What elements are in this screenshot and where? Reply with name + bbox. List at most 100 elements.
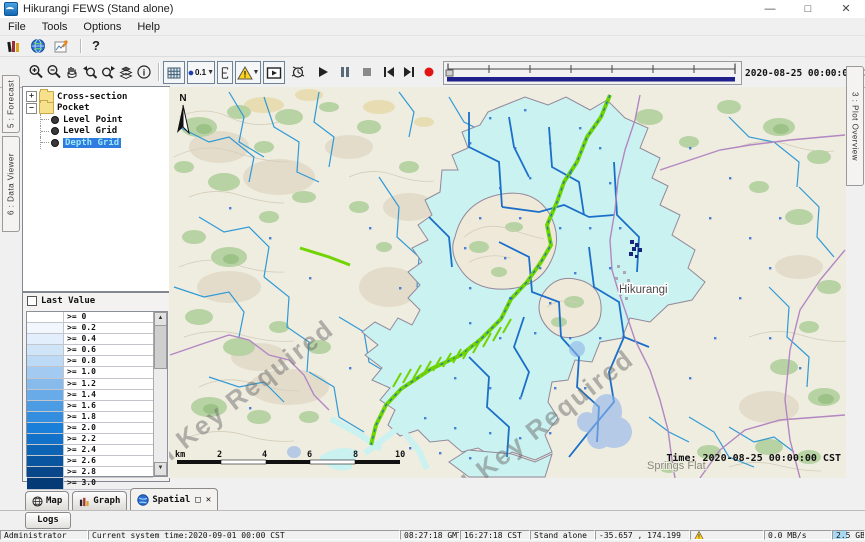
tree-item-level-grid[interactable]: Level Grid [23, 126, 169, 138]
map-canvas[interactable]: Hikurangi Springs Flat Time: 2020-08-25 … [169, 87, 846, 478]
time-slider[interactable] [443, 61, 742, 85]
tree-item-label[interactable]: Level Grid [63, 126, 117, 136]
zoom-in-button[interactable] [28, 61, 44, 82]
status-coordinates: -35.657 , 174.199 [595, 530, 690, 540]
grid-display-button[interactable] [163, 61, 185, 84]
tree-item-pocket[interactable]: − Pocket [23, 103, 169, 115]
database-icon[interactable] [4, 36, 24, 55]
legend-row: >= 0.4 [27, 334, 153, 345]
menu-help[interactable]: Help [129, 21, 168, 33]
color-swatch [27, 467, 64, 477]
tree-item-label[interactable]: Pocket [57, 103, 90, 113]
legend-row: >= 1.2 [27, 379, 153, 390]
title-bar: Hikurangi FEWS (Stand alone) — □ ✕ [0, 0, 865, 19]
tab-label[interactable]: Graph [93, 496, 120, 506]
legend-row: >= 1.0 [27, 367, 153, 378]
zoom-next-button[interactable] [100, 61, 116, 82]
status-warning-cell[interactable]: ! [690, 530, 764, 540]
top-toolbar: ? [0, 35, 865, 56]
map-viewport[interactable]: Hikurangi Springs Flat Time: 2020-08-25 … [169, 87, 846, 478]
sidebar-tab-forecast[interactable]: 5 : Forecast [2, 75, 20, 133]
collapse-icon[interactable]: − [26, 103, 37, 114]
tab-spatial[interactable]: Spatial □ ✕ [130, 488, 218, 510]
pan-hand-icon[interactable] [64, 61, 80, 82]
color-swatch [27, 345, 64, 355]
main-toolbar: i 0.1 ▼ ! ▼ [0, 56, 865, 88]
point-size-dropdown[interactable]: 0.1 ▼ [187, 61, 215, 84]
sidebar-tab-data-viewer[interactable]: 6 : Data Viewer [2, 136, 20, 232]
tree-item-level-point[interactable]: Level Point [23, 114, 169, 126]
legend-row: >= 1.4 [27, 390, 153, 401]
bar-chart-icon [79, 496, 90, 507]
toolbar-separator [80, 39, 82, 53]
slider-handle[interactable] [446, 70, 453, 76]
animation-timer-icon[interactable] [290, 61, 306, 82]
point-size-value: 0.1 [195, 68, 206, 77]
color-swatch [27, 390, 64, 400]
tab-label[interactable]: Spatial [152, 495, 190, 505]
menu-bar: File Tools Options Help [0, 18, 865, 36]
help-button[interactable]: ? [90, 36, 102, 55]
last-value-checkbox[interactable] [27, 296, 37, 306]
profile-button[interactable] [217, 61, 233, 84]
menu-options[interactable]: Options [75, 21, 129, 33]
scroll-up-icon[interactable]: ▲ [154, 312, 167, 326]
tab-label[interactable]: Map [46, 496, 62, 506]
tab-maximize-icon[interactable]: □ [195, 495, 200, 505]
warning-dropdown-button[interactable]: ! ▼ [235, 61, 261, 84]
legend-row: >= 2.8 [27, 467, 153, 478]
stop-button[interactable] [359, 61, 375, 82]
color-swatch [27, 323, 64, 333]
color-swatch [27, 434, 64, 444]
tree-item-label-selected[interactable]: Depth Grid [63, 138, 121, 148]
layers-icon[interactable] [118, 61, 134, 82]
folder-icon [39, 102, 54, 114]
animation-window-button[interactable] [263, 61, 285, 84]
zoom-previous-button[interactable] [82, 61, 98, 82]
scroll-down-icon[interactable]: ▼ [154, 462, 167, 476]
tab-graph[interactable]: Graph [72, 491, 127, 510]
color-swatch [27, 356, 64, 366]
pause-button[interactable] [337, 61, 353, 82]
sidebar-tab-plot-overview[interactable]: 3 : Plot Overview [846, 66, 864, 186]
town-label: Hikurangi [619, 284, 668, 296]
color-swatch [27, 423, 64, 433]
menu-file[interactable]: File [0, 21, 34, 33]
chevron-down-icon: ▼ [207, 69, 214, 76]
info-icon[interactable]: i [136, 61, 152, 82]
play-button[interactable] [315, 61, 331, 82]
zoom-out-button[interactable] [46, 61, 62, 82]
svg-text:2: 2 [217, 450, 222, 460]
logs-button[interactable]: Logs [25, 512, 71, 529]
svg-text:6: 6 [307, 450, 312, 460]
timeseries-icon[interactable] [52, 36, 72, 55]
close-button[interactable]: ✕ [827, 0, 865, 18]
tree-item-depth-grid[interactable]: Depth Grid [23, 137, 169, 149]
tree-item-label[interactable]: Cross-section [57, 92, 127, 102]
record-button[interactable] [421, 61, 437, 82]
status-local-time: 16:27:18 CST [460, 530, 530, 540]
color-swatch [27, 367, 64, 377]
skip-to-end-button[interactable] [401, 61, 417, 82]
scroll-thumb[interactable] [154, 325, 167, 369]
minimize-button[interactable]: — [751, 0, 789, 18]
maximize-button[interactable]: □ [789, 0, 827, 18]
expand-icon[interactable]: + [26, 91, 37, 102]
tab-map[interactable]: Map [25, 491, 69, 510]
skip-to-start-button[interactable] [381, 61, 397, 82]
menu-tools[interactable]: Tools [34, 21, 76, 33]
tab-close-icon[interactable]: ✕ [206, 495, 211, 505]
status-user: Administrator [0, 530, 88, 540]
layers-tree-panel: + Cross-section − Pocket Level Point Lev… [22, 86, 170, 292]
tree-item-label[interactable]: Level Point [63, 115, 123, 125]
legend-scrollbar[interactable]: ▲ ▼ [153, 312, 167, 476]
legend-panel: Last Value >= 0 >= 0.2 >= 0.4 >= 0.6 >= … [22, 292, 170, 482]
status-memory: 2.5 GB [832, 530, 865, 540]
legend-row: >= 1.8 [27, 412, 153, 423]
timeline-span-bar [447, 77, 735, 82]
legend-row: >= 2.0 [27, 423, 153, 434]
logs-row: Logs [0, 510, 865, 530]
globe-icon[interactable] [28, 36, 48, 55]
wire-globe-icon [32, 496, 43, 507]
svg-text:i: i [143, 67, 146, 77]
